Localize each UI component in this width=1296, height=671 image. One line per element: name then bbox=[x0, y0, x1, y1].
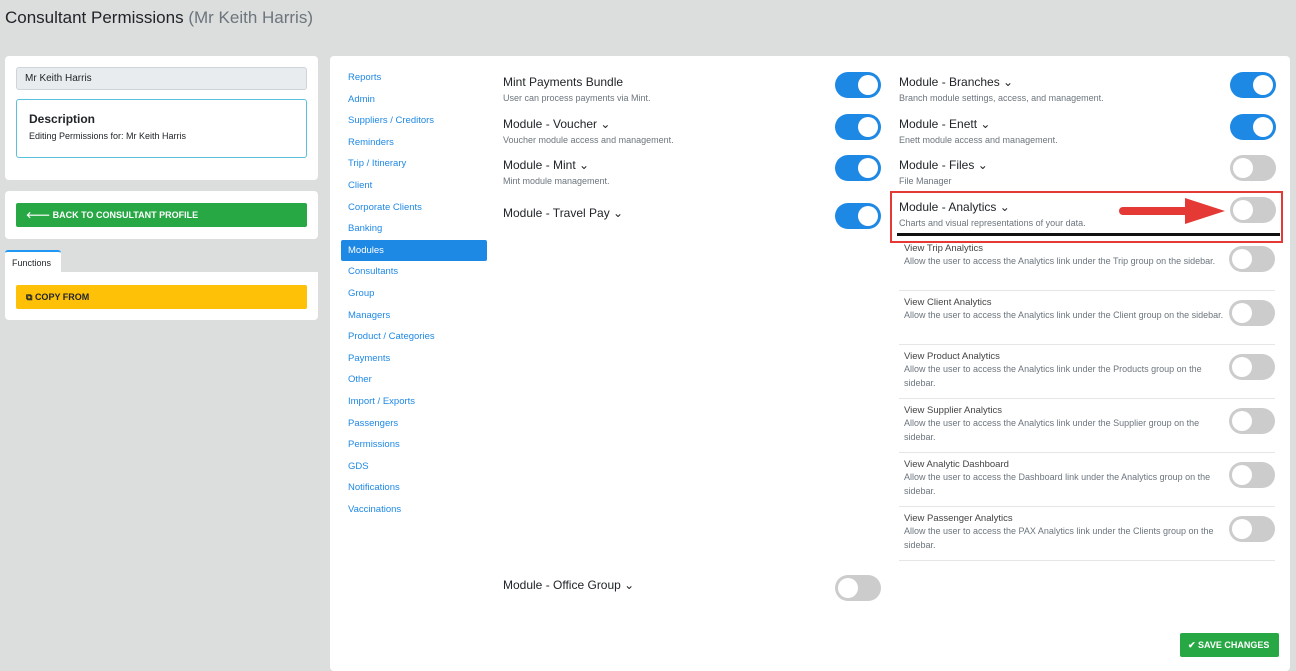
description-text: Editing Permissions for: Mr Keith Harris bbox=[29, 131, 187, 141]
copy-label: COPY FROM bbox=[34, 292, 90, 302]
analytics-permission-row: View Analytic Dashboard Allow the user to… bbox=[899, 453, 1275, 507]
module-toggle[interactable] bbox=[1230, 114, 1276, 140]
permission-desc: Allow the user to access the Analytics l… bbox=[904, 364, 1202, 388]
permission-toggle[interactable] bbox=[1229, 516, 1275, 542]
module-desc: Enett module access and management. bbox=[899, 135, 1058, 145]
permission-toggle[interactable] bbox=[1229, 462, 1275, 488]
nav-item[interactable]: Reminders bbox=[341, 132, 487, 153]
save-changes-button[interactable]: ✔ SAVE CHANGES bbox=[1180, 633, 1279, 657]
module-toggle[interactable] bbox=[835, 575, 881, 601]
nav-item[interactable]: Permissions bbox=[341, 434, 487, 455]
nav-item[interactable]: Suppliers / Creditors bbox=[341, 110, 487, 131]
nav-item[interactable]: Banking bbox=[341, 218, 487, 239]
nav-item[interactable]: Managers bbox=[341, 305, 487, 326]
nav-item[interactable]: Corporate Clients bbox=[341, 197, 487, 218]
copy-icon: ⧉ bbox=[26, 292, 35, 302]
consultant-name-field[interactable]: Mr Keith Harris bbox=[16, 67, 307, 90]
page-title: Consultant Permissions (Mr Keith Harris) bbox=[5, 8, 313, 27]
copy-from-button[interactable]: ⧉ COPY FROM bbox=[16, 285, 307, 309]
permission-title: View Client Analytics bbox=[904, 297, 992, 308]
tab-functions[interactable]: Functions bbox=[5, 250, 61, 273]
analytics-permission-row: View Supplier Analytics Allow the user to… bbox=[899, 399, 1275, 453]
nav-item[interactable]: Other bbox=[341, 369, 487, 390]
analytics-permission-row: View Product Analytics Allow the user to … bbox=[899, 345, 1275, 399]
permission-desc: Allow the user to access the Analytics l… bbox=[904, 418, 1200, 442]
analytics-permission-row: View Trip Analytics Allow the user to acc… bbox=[899, 237, 1275, 291]
permission-desc: Allow the user to access the Analytics l… bbox=[904, 310, 1224, 320]
module-desc: Voucher module access and management. bbox=[503, 135, 674, 145]
permission-title: View Supplier Analytics bbox=[904, 405, 1003, 416]
save-label: SAVE CHANGES bbox=[1198, 640, 1270, 650]
nav-item[interactable]: GDS bbox=[341, 456, 487, 477]
nav-item[interactable]: Import / Exports bbox=[341, 391, 487, 412]
nav-item[interactable]: Admin bbox=[341, 89, 487, 110]
permission-toggle[interactable] bbox=[1229, 408, 1275, 434]
nav-item[interactable]: Reports bbox=[341, 67, 487, 88]
module-title[interactable]: Module - Files ⌄ bbox=[899, 158, 988, 172]
module-toggle[interactable] bbox=[835, 72, 881, 98]
permission-title: View Trip Analytics bbox=[904, 243, 984, 254]
nav-item[interactable]: Passengers bbox=[341, 413, 487, 434]
module-toggle[interactable] bbox=[1230, 155, 1276, 181]
nav-item[interactable]: Notifications bbox=[341, 477, 487, 498]
module-title[interactable]: Module - Enett ⌄ bbox=[899, 117, 990, 131]
module-toggle[interactable] bbox=[835, 155, 881, 181]
module-title[interactable]: Module - Travel Pay ⌄ bbox=[503, 206, 623, 220]
divider bbox=[897, 233, 1280, 236]
permission-title: View Analytic Dashboard bbox=[904, 459, 1009, 470]
back-label: BACK TO CONSULTANT PROFILE bbox=[52, 210, 199, 220]
analytics-permission-row: View Passenger Analytics Allow the user t… bbox=[899, 507, 1275, 561]
module-desc: User can process payments via Mint. bbox=[503, 93, 651, 103]
module-desc: Branch module settings, access, and mana… bbox=[899, 93, 1104, 103]
analytics-permission-row: View Client Analytics Allow the user to a… bbox=[899, 291, 1275, 345]
description-box: Description Editing Permissions for: Mr K… bbox=[16, 99, 307, 158]
nav-item[interactable]: Payments bbox=[341, 348, 487, 369]
nav-item[interactable]: Trip / Itinerary bbox=[341, 153, 487, 174]
permission-desc: Allow the user to access the PAX Analyti… bbox=[904, 526, 1214, 550]
module-title[interactable]: Mint Payments Bundle bbox=[503, 75, 623, 89]
module-title[interactable]: Module - Mint ⌄ bbox=[503, 158, 589, 172]
permission-toggle[interactable] bbox=[1229, 354, 1275, 380]
module-title[interactable]: Module - Branches ⌄ bbox=[899, 75, 1013, 89]
nav-item[interactable]: Group bbox=[341, 283, 487, 304]
red-arrow-icon bbox=[1119, 198, 1225, 224]
permission-toggle[interactable] bbox=[1229, 246, 1275, 272]
module-toggle[interactable] bbox=[835, 203, 881, 229]
module-desc: File Manager bbox=[899, 176, 952, 186]
nav-item[interactable]: Vaccinations bbox=[341, 499, 487, 520]
arrow-left-icon: 🡐 bbox=[26, 210, 53, 220]
module-toggle[interactable] bbox=[835, 114, 881, 140]
nav-item[interactable]: Consultants bbox=[341, 261, 487, 282]
permission-desc: Allow the user to access the Analytics l… bbox=[904, 256, 1216, 266]
permission-desc: Allow the user to access the Dashboard l… bbox=[904, 472, 1211, 496]
module-desc: Mint module management. bbox=[503, 176, 610, 186]
nav-item[interactable]: Modules bbox=[341, 239, 487, 261]
permission-title: View Passenger Analytics bbox=[904, 513, 1013, 524]
nav-item[interactable]: Client bbox=[341, 175, 487, 196]
module-title[interactable]: Module - Office Group ⌄ bbox=[503, 578, 634, 592]
check-icon: ✔ bbox=[1188, 640, 1199, 650]
description-title: Description bbox=[29, 112, 96, 126]
module-title[interactable]: Module - Voucher ⌄ bbox=[503, 117, 610, 131]
permission-toggle[interactable] bbox=[1229, 300, 1275, 326]
permission-title: View Product Analytics bbox=[904, 351, 1000, 362]
page-subtitle: (Mr Keith Harris) bbox=[188, 8, 313, 27]
nav-item[interactable]: Product / Categories bbox=[341, 326, 487, 347]
back-to-profile-button[interactable]: 🡐 BACK TO CONSULTANT PROFILE bbox=[16, 203, 307, 227]
module-toggle[interactable] bbox=[1230, 72, 1276, 98]
